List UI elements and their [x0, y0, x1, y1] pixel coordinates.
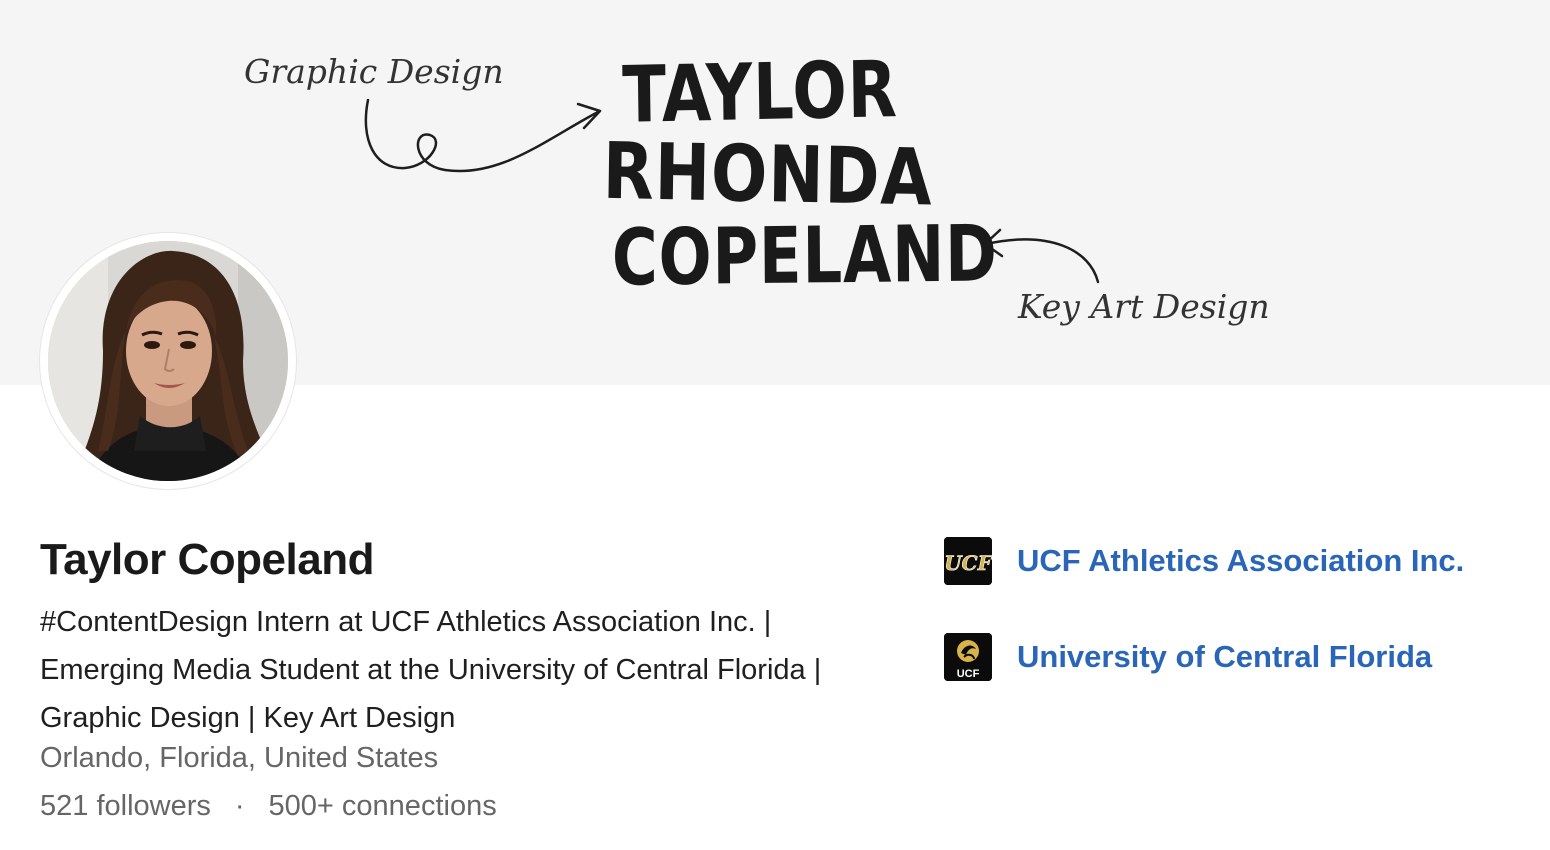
curly-arrow-right-icon — [364, 98, 600, 173]
stats-separator: · — [234, 790, 245, 822]
org-logo-text: UCF — [944, 551, 992, 575]
ucf-athletics-logo-icon: UCF — [944, 537, 992, 585]
profile-headline: #ContentDesign Intern at UCF Athletics A… — [40, 606, 822, 734]
ucf-pegasus-logo-icon: UCF — [944, 633, 992, 681]
person-portrait-icon — [48, 241, 288, 481]
org-name: University of Central Florida — [1017, 639, 1433, 674]
curved-arrow-left-icon — [984, 238, 1100, 284]
banner-name-art: TAYLOR RHONDA COPELAND — [575, 45, 998, 304]
avatar — [48, 241, 288, 481]
profile-location: Orlando, Florida, United States — [40, 742, 439, 774]
banner-name-line: COPELAND — [611, 209, 998, 304]
org-logo-text: UCF — [957, 668, 980, 680]
banner-graphic-design-label: Graphic Design — [244, 52, 504, 91]
banner-name-line: TAYLOR — [621, 45, 899, 141]
followers-link[interactable]: 521 followers — [40, 790, 211, 822]
org-name: UCF Athletics Association Inc. — [1017, 543, 1465, 578]
profile-stats: 521 followers · 500+ connections — [40, 790, 497, 823]
connections-link[interactable]: 500+ connections — [269, 790, 497, 822]
org-link-ucf[interactable]: UCF University of Central Florida — [944, 633, 1432, 681]
profile-name: Taylor Copeland — [40, 535, 374, 584]
profile-photo[interactable] — [40, 233, 296, 489]
banner-key-art-label: Key Art Design — [1018, 287, 1270, 326]
org-link-ucf-athletics[interactable]: UCF UCF Athletics Association Inc. — [944, 537, 1464, 585]
banner-name-line: RHONDA — [602, 126, 934, 224]
